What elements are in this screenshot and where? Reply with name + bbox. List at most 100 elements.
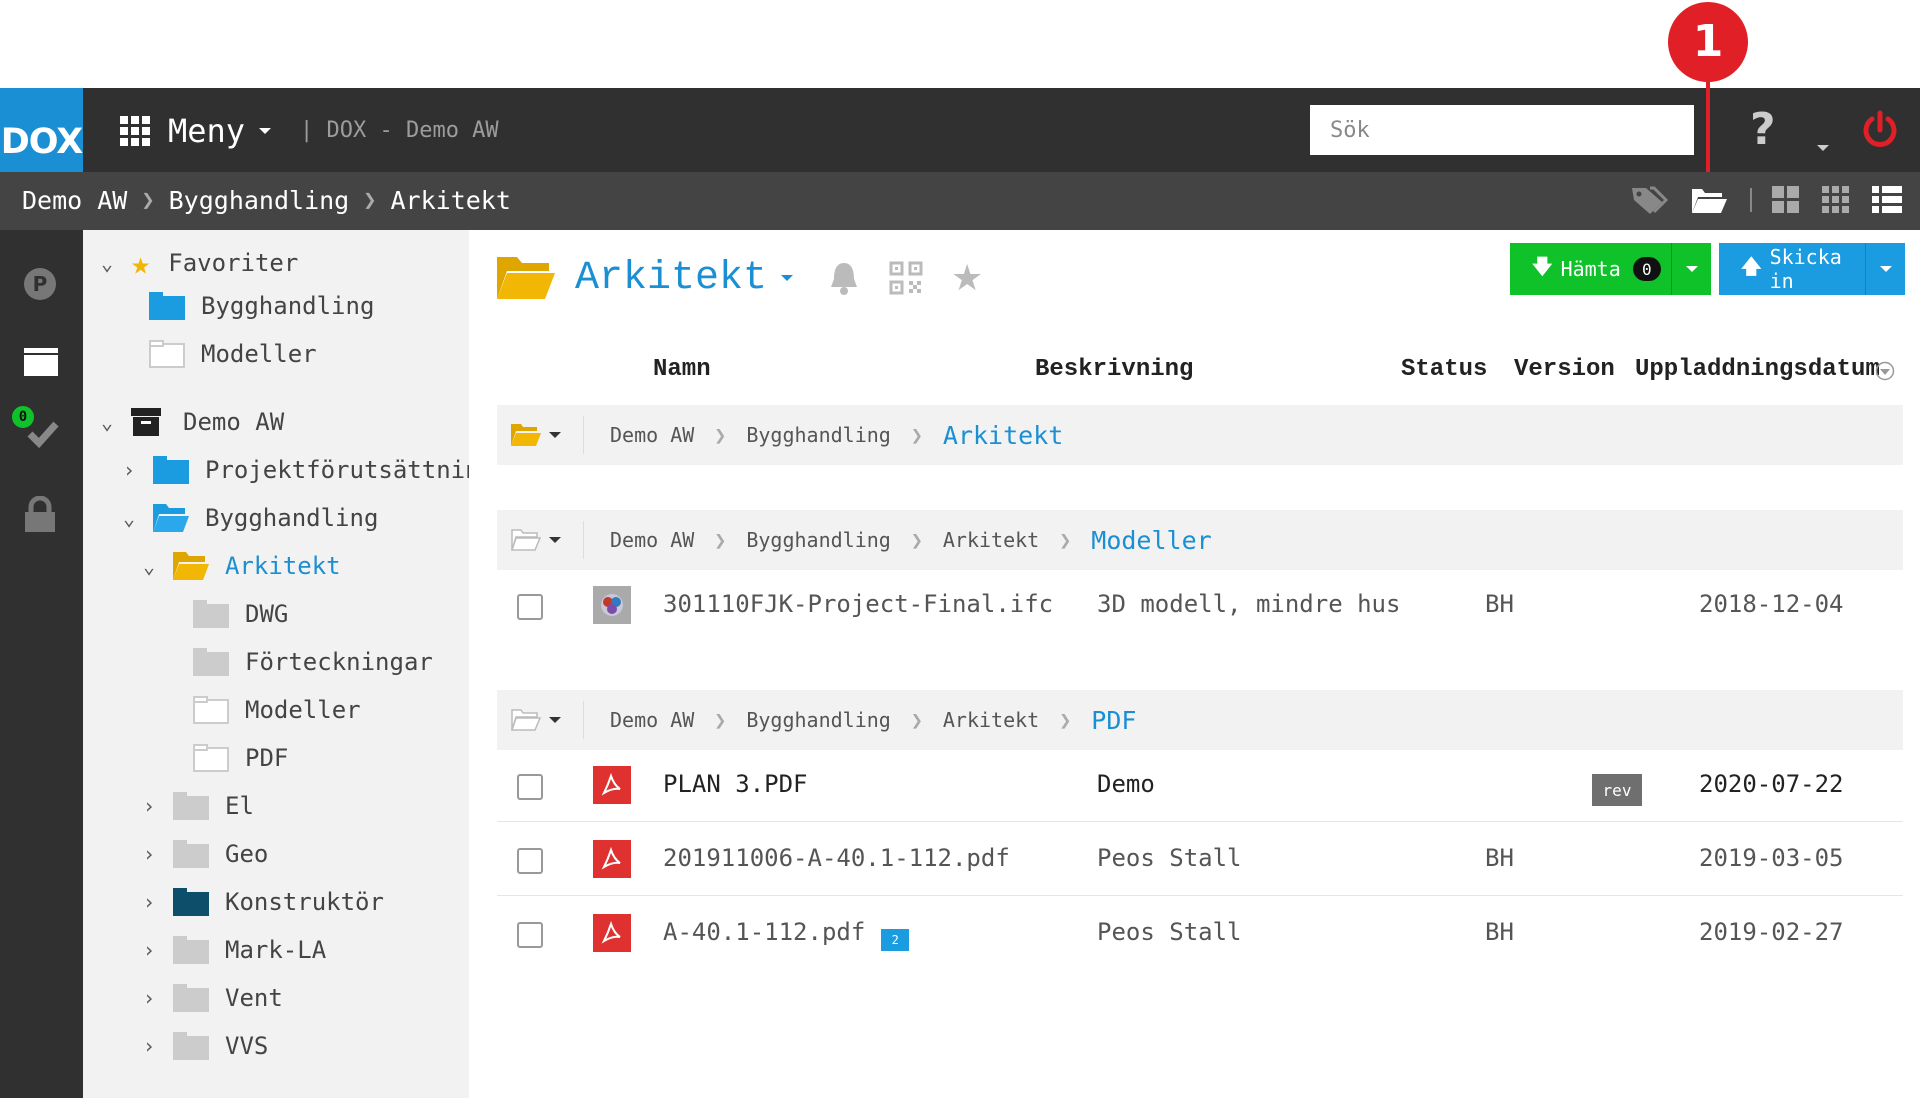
tree-project[interactable]: ⌄ Demo AW [97, 408, 284, 436]
column-header-date[interactable]: Uppladdningsdatum [1635, 356, 1880, 383]
chevron-right-icon[interactable]: › [139, 794, 159, 818]
tree-folder-forteck[interactable]: Förteckningar [193, 648, 433, 676]
bell-icon[interactable] [829, 261, 859, 295]
sort-desc-icon[interactable] [1875, 361, 1895, 381]
folder-empty-icon [193, 696, 229, 724]
breadcrumb-item[interactable]: Demo AW [22, 186, 127, 215]
group-folder-menu[interactable] [511, 529, 583, 551]
row-checkbox[interactable] [517, 594, 543, 620]
parking-icon[interactable]: P [22, 266, 58, 302]
tasks-button[interactable]: 0 [10, 404, 62, 456]
table-row[interactable]: A-40.1-112.pdf 2 Peos Stall BH 2019-02-27 [497, 898, 1903, 970]
column-header-name[interactable]: Namn [653, 356, 711, 383]
comment-count-badge[interactable]: 2 [881, 929, 910, 951]
table-row[interactable]: 301110FJK-Project-Final.ifc 3D modell, m… [497, 570, 1903, 642]
folder-grey-icon [193, 648, 229, 676]
help-chevron-down-icon[interactable] [1817, 145, 1829, 151]
tree-folder-mark[interactable]: › Mark-LA [139, 936, 326, 964]
chevron-right-icon: ❯ [910, 528, 923, 552]
page-title[interactable]: Arkitekt [575, 256, 767, 301]
chevron-down-icon[interactable] [781, 275, 794, 281]
tree-folder-bygg[interactable]: ⌄ Bygghandling [119, 504, 378, 532]
tree-folder-vvs[interactable]: › VVS [139, 1032, 268, 1060]
hamta-dropdown-button[interactable] [1671, 243, 1711, 295]
group-crumb[interactable]: Demo AW [610, 528, 694, 552]
file-name[interactable]: 201911006-A-40.1-112.pdf [663, 844, 1010, 872]
tree-folder-modeller[interactable]: Modeller [193, 696, 361, 724]
star-icon[interactable]: ★ [951, 258, 983, 299]
column-header-version[interactable]: Version [1514, 356, 1615, 383]
group-crumb[interactable]: Demo AW [610, 708, 694, 732]
file-name[interactable]: A-40.1-112.pdf [663, 918, 865, 946]
file-name[interactable]: 301110FJK-Project-Final.ifc [663, 590, 1053, 618]
chevron-right-icon[interactable]: › [139, 842, 159, 866]
group-crumb[interactable]: Bygghandling [746, 528, 891, 552]
dox-logo[interactable]: DOX [0, 88, 83, 172]
tree-folder-geo[interactable]: › Geo [139, 840, 268, 868]
qr-code-icon[interactable] [889, 261, 923, 295]
group-crumb-current[interactable]: Modeller [1091, 526, 1211, 555]
chevron-down-icon[interactable]: ⌄ [119, 506, 139, 530]
row-checkbox[interactable] [517, 774, 543, 800]
chevron-right-icon[interactable]: › [139, 938, 159, 962]
group-folder-menu[interactable] [511, 424, 583, 446]
group-folder-menu[interactable] [511, 709, 583, 731]
tree-folder-dwg[interactable]: DWG [193, 600, 288, 628]
chevron-right-icon[interactable]: › [139, 986, 159, 1010]
group-crumb-current[interactable]: PDF [1091, 706, 1136, 735]
group-crumb[interactable]: Bygghandling [746, 423, 891, 447]
chevron-down-icon[interactable]: ⌄ [97, 251, 117, 275]
tree-folder-konstr[interactable]: › Konstruktör [139, 888, 384, 916]
table-row[interactable]: PLAN 3.PDF Demo rev 2020-07-22 [497, 750, 1903, 822]
tree-folder-vent[interactable]: › Vent [139, 984, 283, 1012]
chevron-right-icon[interactable]: › [119, 458, 139, 482]
tree-folder-projekt[interactable]: › Projektförutsättningar [119, 456, 523, 484]
chevron-down-icon [259, 128, 272, 134]
tree-favorite-item[interactable]: Bygghandling [149, 292, 374, 320]
archive-box-icon [131, 408, 161, 436]
tree-folder-pdf[interactable]: PDF [193, 744, 288, 772]
folder-icon[interactable] [22, 344, 60, 378]
small-grid-icon[interactable] [1822, 186, 1850, 214]
group-crumb[interactable]: Arkitekt [943, 528, 1039, 552]
power-icon[interactable] [1860, 110, 1900, 150]
hamta-button[interactable]: 🡇 Hämta 0 [1510, 243, 1671, 295]
tree-label: VVS [225, 1032, 269, 1060]
large-grid-icon[interactable] [1772, 186, 1800, 214]
folder-grey-icon [173, 984, 209, 1012]
breadcrumb-item[interactable]: Arkitekt [390, 186, 510, 215]
group-crumb[interactable]: Demo AW [610, 423, 694, 447]
column-header-description[interactable]: Beskrivning [1035, 356, 1193, 383]
version-badge[interactable]: rev [1592, 774, 1642, 806]
row-checkbox[interactable] [517, 848, 543, 874]
chevron-right-icon[interactable]: › [139, 1034, 159, 1058]
search-input[interactable] [1310, 105, 1694, 155]
chevron-right-icon: ❯ [714, 423, 727, 447]
group-crumb-current[interactable]: Arkitekt [943, 421, 1063, 450]
skicka-dropdown-button[interactable] [1865, 243, 1905, 295]
open-folder-icon[interactable] [1690, 185, 1728, 215]
chevron-right-icon[interactable]: › [139, 890, 159, 914]
skicka-in-button[interactable]: 🡅 Skicka in [1719, 243, 1865, 295]
file-name[interactable]: PLAN 3.PDF [663, 770, 808, 798]
row-checkbox[interactable] [517, 922, 543, 948]
folder-grey-icon [173, 840, 209, 868]
group-crumb[interactable]: Bygghandling [746, 708, 891, 732]
group-crumb[interactable]: Arkitekt [943, 708, 1039, 732]
chevron-down-icon[interactable]: ⌄ [139, 554, 159, 578]
file-date: 2018-12-04 [1699, 590, 1844, 618]
lock-icon[interactable] [22, 496, 58, 534]
tree-favorite-item[interactable]: Modeller [149, 340, 317, 368]
column-header-status[interactable]: Status [1401, 356, 1487, 383]
table-row[interactable]: 201911006-A-40.1-112.pdf Peos Stall BH 2… [497, 824, 1903, 896]
menu-button[interactable]: Meny [120, 112, 272, 150]
tree-folder-el[interactable]: › El [139, 792, 254, 820]
chevron-down-icon[interactable]: ⌄ [97, 410, 117, 434]
tree-favorites[interactable]: ⌄ ★ Favoriter [97, 244, 298, 282]
tags-icon[interactable] [1630, 184, 1668, 216]
help-button[interactable]: ? [1750, 104, 1776, 155]
folder-group-header: Demo AW ❯ Bygghandling ❯ Arkitekt ❯ Mode… [497, 510, 1903, 570]
breadcrumb-item[interactable]: Bygghandling [169, 186, 350, 215]
list-view-icon[interactable] [1872, 186, 1902, 214]
tree-folder-arkitekt[interactable]: ⌄ Arkitekt [139, 552, 341, 580]
